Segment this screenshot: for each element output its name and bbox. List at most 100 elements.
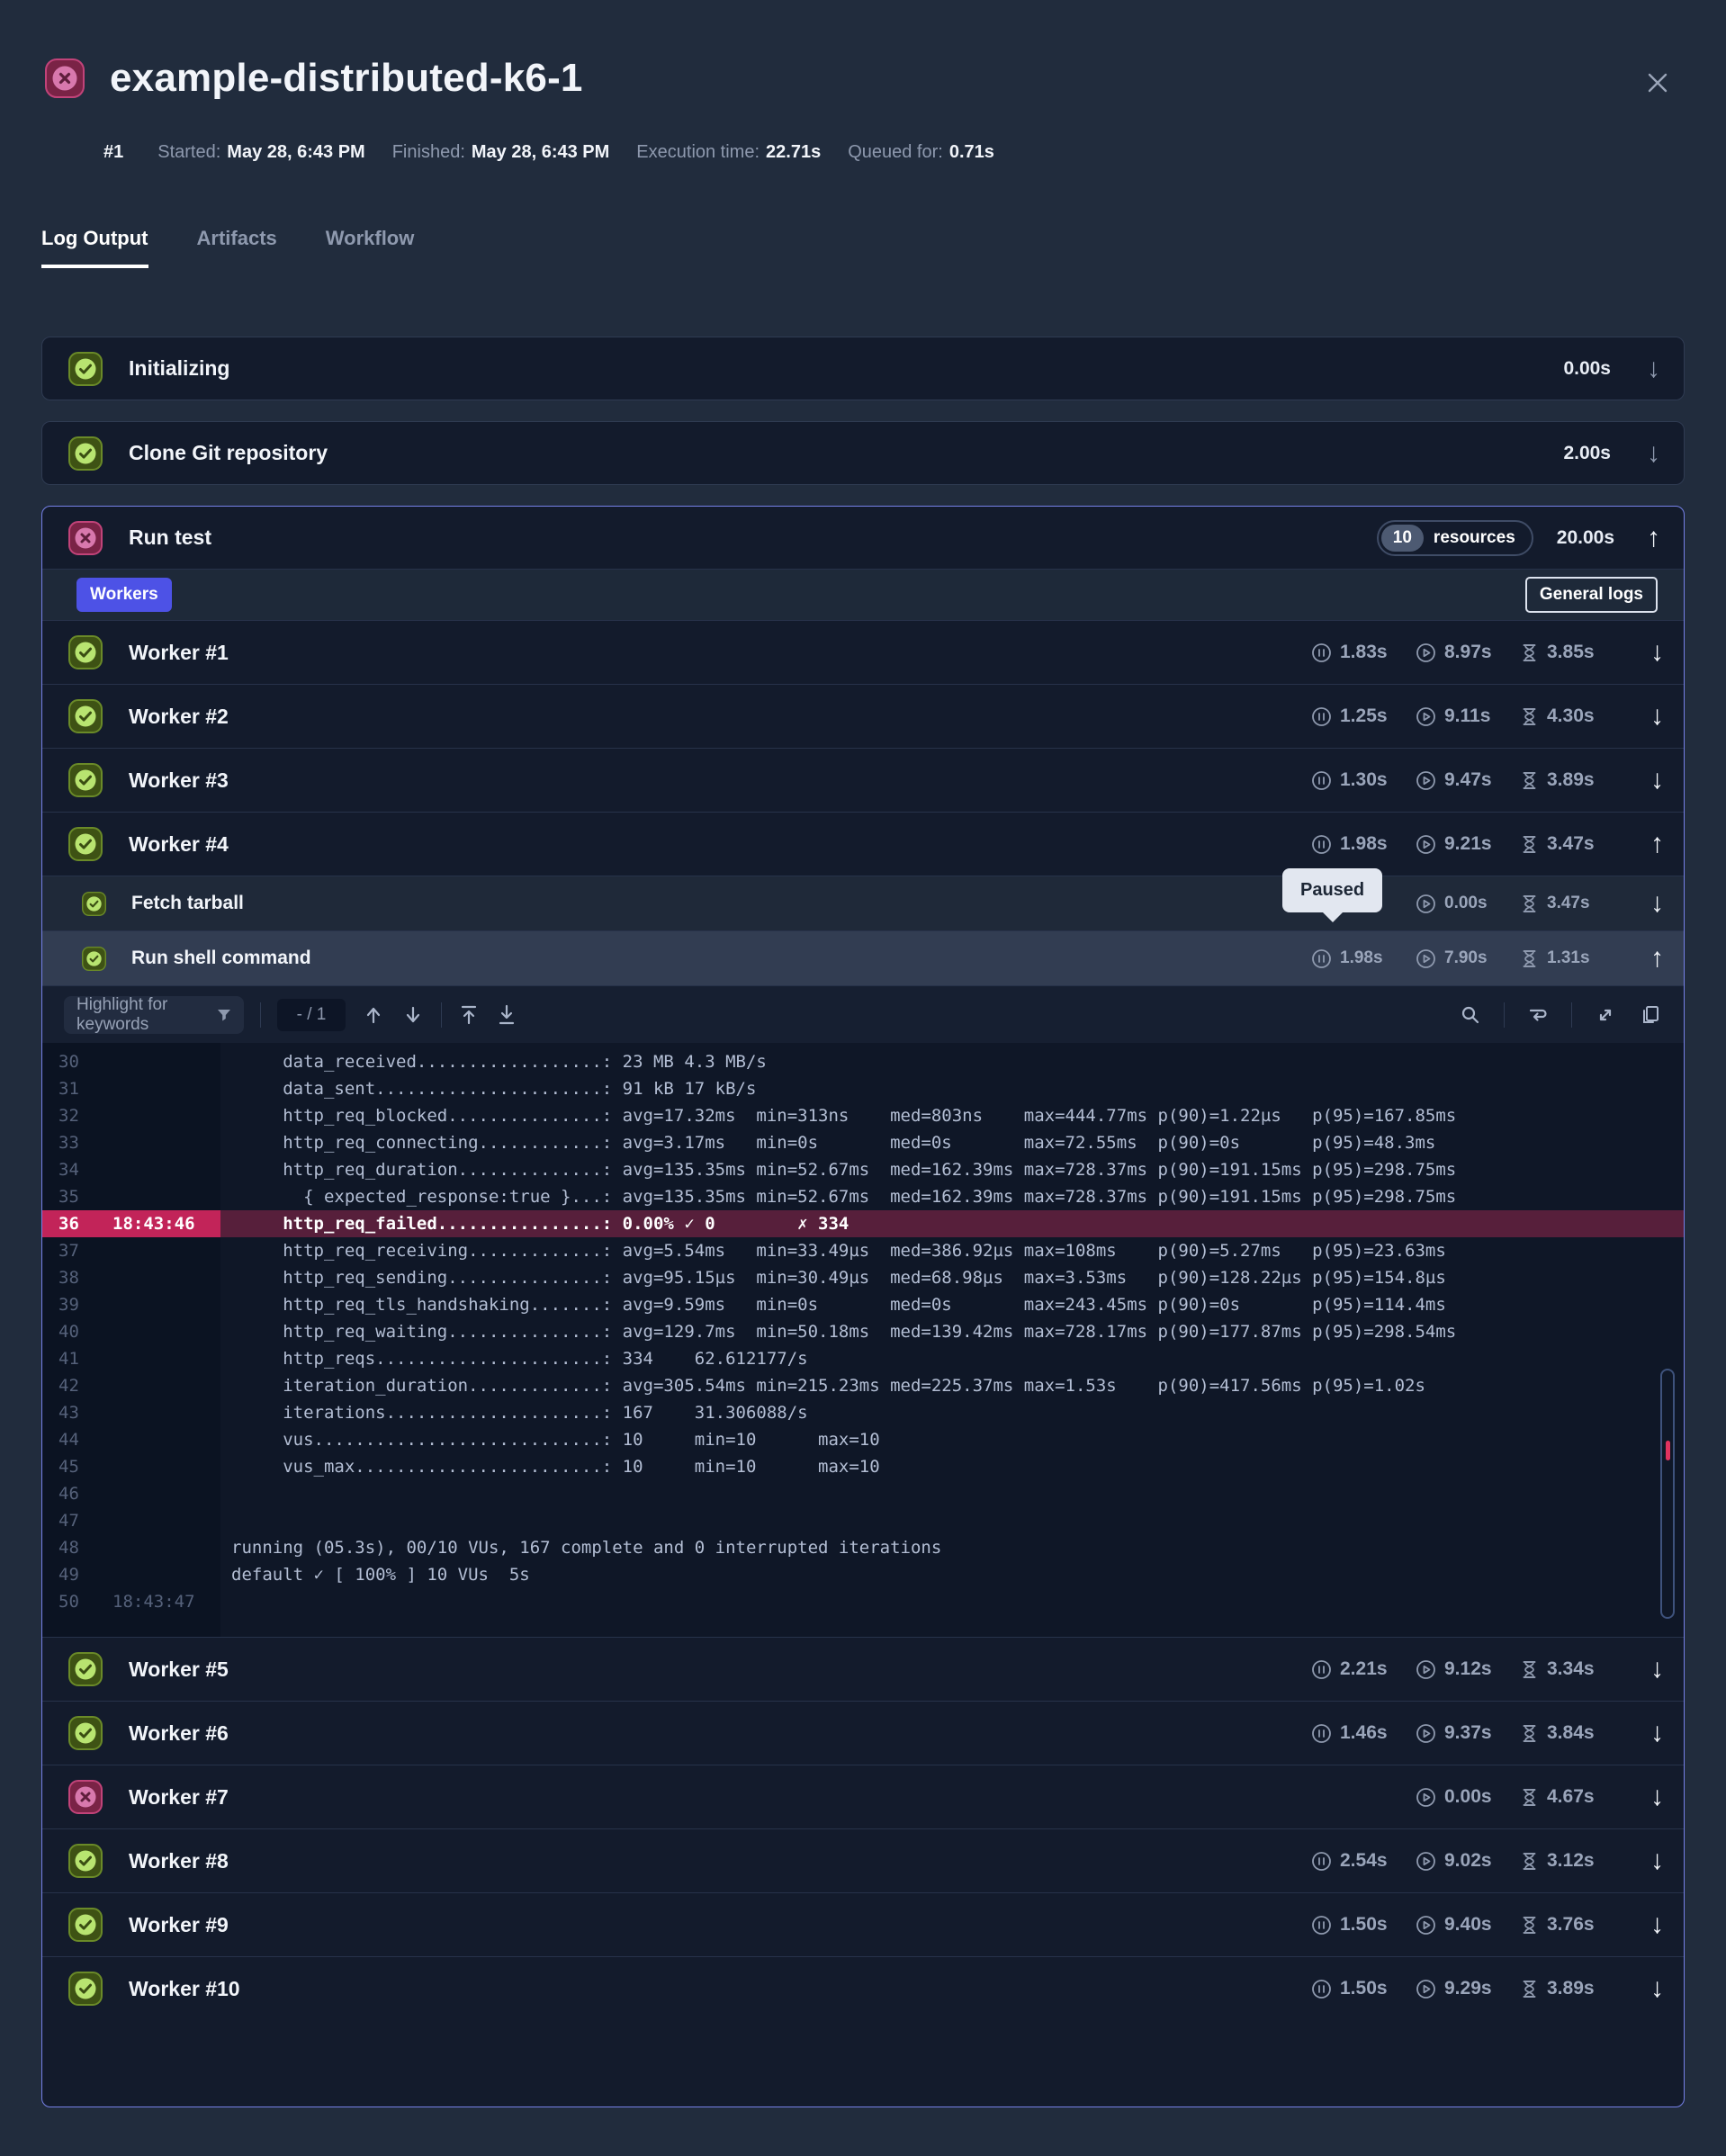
log-line-timestamp: [102, 1345, 112, 1372]
scroll-to-top-icon[interactable]: [458, 1003, 480, 1027]
section-row-initializing[interactable]: Initializing 0.00s ↓: [42, 337, 1684, 400]
log-gutter[interactable]: 45: [42, 1453, 220, 1480]
worker-row[interactable]: Worker #31.30s9.47s3.89s↓: [42, 748, 1684, 812]
worker-row[interactable]: Worker #41.98s9.21s3.47s↑: [42, 812, 1684, 876]
chevron-down-icon[interactable]: ↓: [1650, 1782, 1664, 1811]
chevron-up-icon[interactable]: ↑: [1647, 525, 1660, 552]
paused-duration: 1.25s: [1311, 705, 1416, 727]
chevron-down-icon[interactable]: ↓: [1650, 637, 1664, 667]
copy-logs-icon[interactable]: [1639, 1003, 1662, 1027]
tab-artifacts[interactable]: Artifacts: [197, 227, 277, 268]
log-line-number[interactable]: 33: [42, 1129, 102, 1156]
log-gutter[interactable]: 34: [42, 1156, 220, 1183]
chevron-down-icon[interactable]: ↓: [1650, 1654, 1664, 1684]
log-line-number[interactable]: 41: [42, 1345, 102, 1372]
log-gutter[interactable]: 44: [42, 1426, 220, 1453]
log-line: 46: [42, 1480, 1684, 1507]
log-scrollbar-thumb[interactable]: [1666, 1441, 1670, 1460]
chevron-down-icon[interactable]: ↓: [1650, 701, 1664, 731]
log-gutter[interactable]: 46: [42, 1480, 220, 1507]
log-line-number[interactable]: 31: [42, 1075, 102, 1102]
log-line-number[interactable]: 35: [42, 1183, 102, 1210]
log-gutter[interactable]: 48: [42, 1534, 220, 1561]
log-gutter[interactable]: 43: [42, 1399, 220, 1426]
chevron-down-icon[interactable]: ↓: [1647, 355, 1660, 382]
log-gutter[interactable]: 39: [42, 1291, 220, 1318]
log-line-number[interactable]: 46: [42, 1480, 102, 1507]
log-gutter[interactable]: 32: [42, 1102, 220, 1129]
search-input[interactable]: Highlight for keywords: [64, 996, 244, 1034]
log-scrollbar[interactable]: [1660, 1369, 1675, 1619]
chevron-down-icon[interactable]: ↓: [1650, 1718, 1664, 1747]
log-gutter[interactable]: 37: [42, 1237, 220, 1264]
log-gutter[interactable]: 41: [42, 1345, 220, 1372]
search-icon[interactable]: [1459, 1003, 1482, 1027]
log-gutter[interactable]: 30: [42, 1048, 220, 1075]
log-gutter[interactable]: 38: [42, 1264, 220, 1291]
section-label: Run test: [129, 526, 1377, 550]
log-line-number[interactable]: 48: [42, 1534, 102, 1561]
log-line-number[interactable]: 45: [42, 1453, 102, 1480]
worker-metrics: 1.30s9.47s3.89s↓: [1311, 767, 1664, 794]
worker-row[interactable]: Worker #101.50s9.29s3.89s↓: [42, 1956, 1684, 2020]
queued-duration: 3.85s: [1520, 642, 1619, 663]
chevron-up-icon[interactable]: ↑: [1650, 829, 1664, 858]
next-match-icon[interactable]: [401, 1003, 425, 1027]
log-gutter[interactable]: 47: [42, 1507, 220, 1534]
log-line-number[interactable]: 44: [42, 1426, 102, 1453]
tab-log-output[interactable]: Log Output: [41, 227, 148, 268]
previous-match-icon[interactable]: [362, 1003, 385, 1027]
resources-badge[interactable]: 10 resources: [1377, 520, 1533, 556]
expand-fullscreen-icon[interactable]: [1594, 1003, 1617, 1027]
chevron-down-icon[interactable]: ↓: [1650, 765, 1664, 795]
tab-workflow[interactable]: Workflow: [326, 227, 415, 268]
chevron-down-icon[interactable]: ↓: [1650, 1846, 1664, 1875]
log-gutter[interactable]: 49: [42, 1561, 220, 1588]
log-line-number[interactable]: 39: [42, 1291, 102, 1318]
general-logs-button[interactable]: General logs: [1525, 577, 1658, 613]
chevron-down-icon[interactable]: ↓: [1650, 888, 1664, 918]
worker-row[interactable]: Worker #70.00s4.67s↓: [42, 1765, 1684, 1828]
worker-row[interactable]: Worker #91.50s9.40s3.76s↓: [42, 1892, 1684, 1956]
log-line-number[interactable]: 47: [42, 1507, 102, 1534]
log-line-timestamp: [102, 1507, 112, 1534]
worker-row[interactable]: Worker #52.21s9.12s3.34s↓: [42, 1637, 1684, 1701]
close-icon[interactable]: [1641, 67, 1674, 99]
substep-run-shell-command[interactable]: Run shell command 1.98s 7.90s 1.31s ↑: [42, 930, 1684, 985]
worker-row[interactable]: Worker #82.54s9.02s3.12s↓: [42, 1828, 1684, 1892]
worker-row[interactable]: Worker #61.46s9.37s3.84s↓: [42, 1701, 1684, 1765]
scroll-to-bottom-icon[interactable]: [496, 1003, 517, 1027]
resources-label: resources: [1424, 528, 1529, 548]
queued-duration: 3.47s: [1520, 833, 1619, 855]
worker-row[interactable]: Worker #21.25s9.11s4.30s↓: [42, 684, 1684, 748]
log-gutter[interactable]: 31: [42, 1075, 220, 1102]
chevron-down-icon[interactable]: ↓: [1650, 1973, 1664, 2003]
log-gutter[interactable]: 35: [42, 1183, 220, 1210]
log-gutter[interactable]: 42: [42, 1372, 220, 1399]
log-line-number[interactable]: 49: [42, 1561, 102, 1588]
log-gutter[interactable]: 3618:43:46: [42, 1210, 220, 1237]
worker-row[interactable]: Worker #11.83s8.97s3.85s↓: [42, 620, 1684, 684]
log-line-number[interactable]: 36: [42, 1210, 102, 1237]
log-line-number[interactable]: 42: [42, 1372, 102, 1399]
chevron-down-icon[interactable]: ↓: [1650, 1909, 1664, 1939]
log-line-number[interactable]: 34: [42, 1156, 102, 1183]
log-gutter[interactable]: 33: [42, 1129, 220, 1156]
log-gutter[interactable]: 5018:43:47: [42, 1588, 220, 1615]
log-gutter[interactable]: 40: [42, 1318, 220, 1345]
substep-fetch-tarball[interactable]: Fetch tarball 0.00s 3.47s ↓: [42, 876, 1684, 930]
chevron-down-icon[interactable]: ↓: [1647, 440, 1660, 467]
log-line-number[interactable]: 32: [42, 1102, 102, 1129]
wrap-lines-icon[interactable]: [1526, 1003, 1550, 1027]
log-line-number[interactable]: 43: [42, 1399, 102, 1426]
chevron-up-icon[interactable]: ↑: [1650, 943, 1664, 973]
workers-button[interactable]: Workers: [76, 578, 172, 612]
log-line-number[interactable]: 30: [42, 1048, 102, 1075]
log-line-number[interactable]: 37: [42, 1237, 102, 1264]
log-line-number[interactable]: 38: [42, 1264, 102, 1291]
status-passed-icon: [68, 635, 103, 669]
section-row-clone-git[interactable]: Clone Git repository 2.00s ↓: [42, 422, 1684, 484]
log-line-number[interactable]: 50: [42, 1588, 102, 1615]
section-row-run-test[interactable]: Run test 10 resources 20.00s ↑: [42, 507, 1684, 569]
log-line-number[interactable]: 40: [42, 1318, 102, 1345]
